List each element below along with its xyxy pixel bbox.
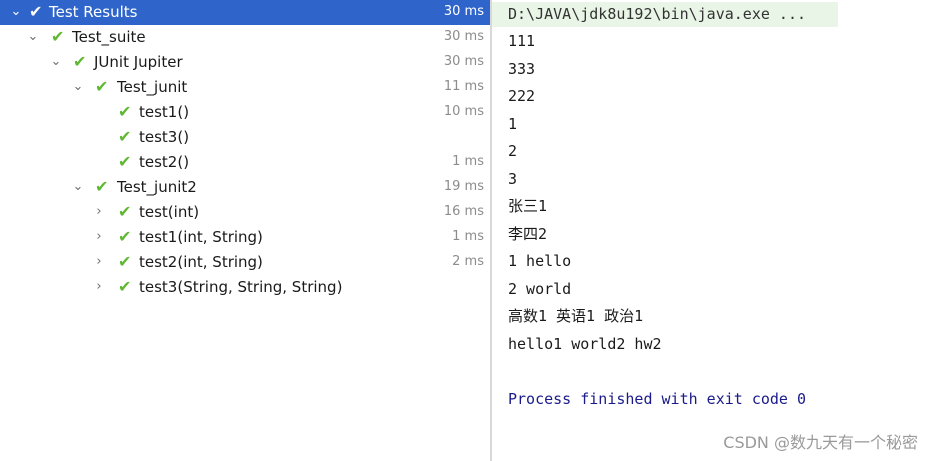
chevron-right-icon[interactable]: › [91,277,107,297]
check-icon: ✔ [118,202,132,221]
console-line: 222 [508,87,536,105]
watermark: CSDN @数九天有一个秘密 [723,433,918,452]
check-icon: ✔ [73,52,87,71]
tree-row-time: 16 ms [443,204,484,219]
chevron-down-icon[interactable]: ⌄ [48,52,64,72]
tree-row-label: test3() [139,128,190,146]
tree-row-test1-int-string[interactable]: › ✔ test1(int, String) 1 ms [0,225,490,250]
console-line: 1 [508,115,518,133]
tree-row-label: test2(int, String) [139,253,263,271]
tree-row-time: 1 ms [452,154,484,169]
tree-row-time: 30 ms [443,4,484,19]
console-finish-line: Process finished with exit code 0 [508,390,807,408]
console-line: 2 world [508,280,572,298]
tree-row-label: test3(String, String, String) [139,278,343,296]
check-icon: ✔ [51,27,65,46]
check-icon: ✔ [29,2,43,21]
tree-row-test3[interactable]: ✔ test3() [0,125,490,150]
chevron-down-icon[interactable]: ⌄ [70,77,86,97]
chevron-down-icon[interactable]: ⌄ [8,2,24,22]
console-line: 高数1 英语1 政治1 [508,307,644,325]
chevron-right-icon[interactable]: › [91,202,107,222]
tree-row-label: test1(int, String) [139,228,263,246]
tree-row-test-int[interactable]: › ✔ test(int) 16 ms [0,200,490,225]
tree-row-junit-jupiter[interactable]: ⌄ ✔ JUnit Jupiter 30 ms [0,50,490,75]
console-line: 3 [508,170,518,188]
tree-row-time: 2 ms [452,254,484,269]
tree-row-test2-int-string[interactable]: › ✔ test2(int, String) 2 ms [0,250,490,275]
tree-row-test1[interactable]: ✔ test1() 10 ms [0,100,490,125]
check-icon: ✔ [118,252,132,271]
tree-row-label: test(int) [139,203,200,221]
check-icon: ✔ [118,152,132,171]
console-line: 111 [508,32,536,50]
check-icon: ✔ [118,102,132,121]
check-icon: ✔ [118,127,132,146]
tree-row-label: JUnit Jupiter [94,53,183,71]
console-line: hello1 world2 hw2 [508,335,662,353]
console-command-line[interactable]: D:\JAVA\jdk8u192\bin\java.exe ... [492,2,838,27]
tree-row-label: test1() [139,103,190,121]
tree-row-test-junit[interactable]: ⌄ ✔ Test_junit 11 ms [0,75,490,100]
tree-row-time: 1 ms [452,229,484,244]
tree-row-label: Test Results [49,3,138,21]
tree-row-time: 11 ms [443,79,484,94]
tree-row-label: Test_suite [72,28,146,46]
chevron-down-icon[interactable]: ⌄ [25,27,41,47]
tree-row-label: Test_junit [117,78,188,96]
console-line: 333 [508,60,536,78]
tree-row-label: test2() [139,153,190,171]
tree-row-test2[interactable]: ✔ test2() 1 ms [0,150,490,175]
tree-row-time: 19 ms [443,179,484,194]
tree-row-test-results[interactable]: ⌄ ✔ Test Results 30 ms [0,0,490,25]
tree-row-label: Test_junit2 [117,178,197,196]
console-output: D:\JAVA\jdk8u192\bin\java.exe ... 111 33… [492,0,932,461]
chevron-down-icon[interactable]: ⌄ [70,177,86,197]
console-line: 李四2 [508,225,548,243]
console-line: 1 hello [508,252,572,270]
tree-row-time: 30 ms [443,29,484,44]
tree-row-test-junit2[interactable]: ⌄ ✔ Test_junit2 19 ms [0,175,490,200]
check-icon: ✔ [118,227,132,246]
tree-row-time: 10 ms [443,104,484,119]
tree-row-test-suite[interactable]: ⌄ ✔ Test_suite 30 ms [0,25,490,50]
test-results-tree: ⌄ ✔ Test Results 30 ms ⌄ ✔ Test_suite 30… [0,0,490,461]
console-line: 2 [508,142,518,160]
check-icon: ✔ [95,177,109,196]
check-icon: ✔ [95,77,109,96]
console-line: 张三1 [508,197,548,215]
chevron-right-icon[interactable]: › [91,252,107,272]
tree-row-test3-string-string-string[interactable]: › ✔ test3(String, String, String) [0,275,490,300]
chevron-right-icon[interactable]: › [91,227,107,247]
check-icon: ✔ [118,277,132,296]
tree-row-time: 30 ms [443,54,484,69]
